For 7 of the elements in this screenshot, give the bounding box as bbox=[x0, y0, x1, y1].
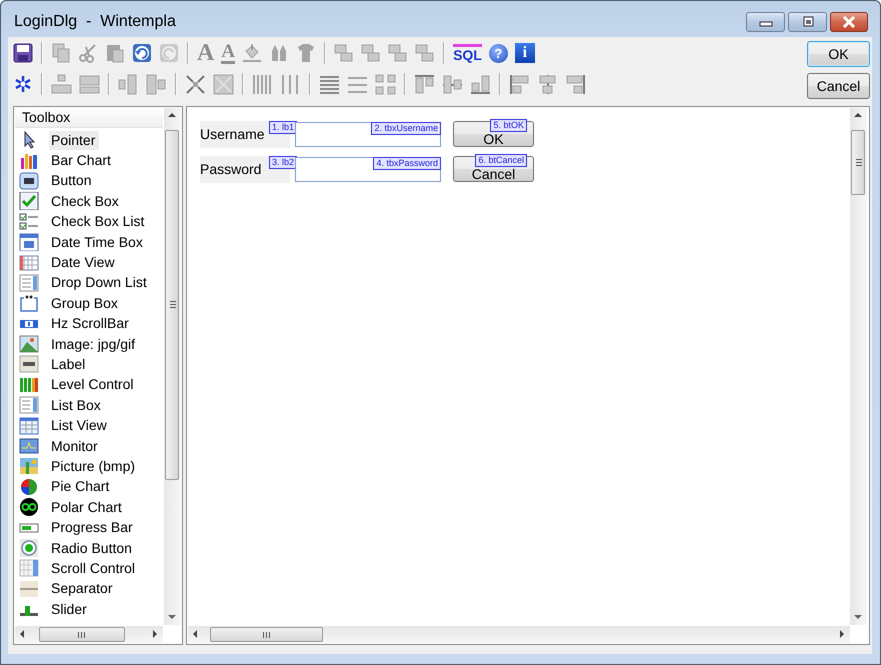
control-name-tooltip: 4. tbxPassword bbox=[373, 157, 441, 170]
control-name-tooltip: 1. lb1 bbox=[269, 121, 298, 134]
control-name-tooltip: 2. tbxUsername bbox=[371, 122, 441, 135]
control-name-tooltip: 3. lb2 bbox=[269, 156, 298, 169]
window-title: LoginDlg - Wintempla bbox=[14, 12, 177, 31]
control-name-tooltip: 5. btOK bbox=[490, 119, 527, 132]
control-name-tooltip: 6. btCancel bbox=[475, 154, 527, 167]
